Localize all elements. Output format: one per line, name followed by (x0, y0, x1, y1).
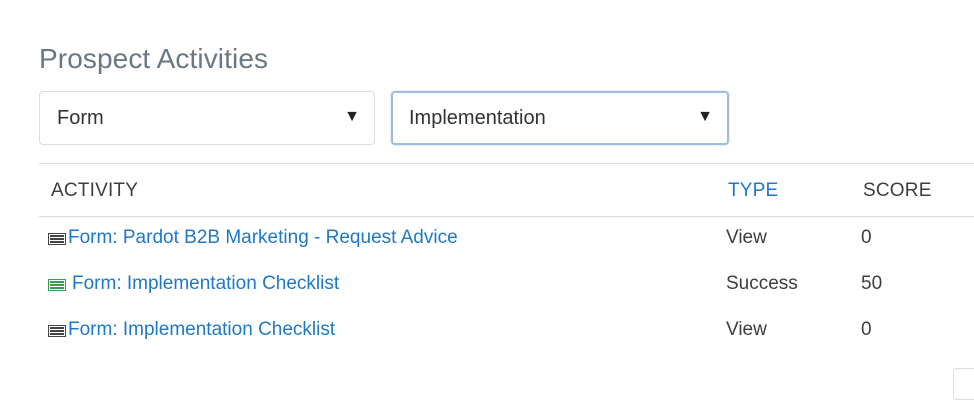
activity-link[interactable]: Form: Pardot B2B Marketing - Request Adv… (48, 227, 458, 249)
activities-table: ACTIVITY TYPE SCORE Form: Pardot B2B Mar… (39, 163, 974, 355)
table-header: ACTIVITY TYPE SCORE (39, 163, 974, 217)
column-header-type[interactable]: TYPE (728, 180, 778, 202)
partial-control[interactable] (953, 368, 974, 400)
table-row: Form: Pardot B2B Marketing - Request Adv… (39, 217, 974, 263)
dropdown-arrow-icon: ▼ (697, 108, 713, 126)
form-view-icon (48, 233, 66, 245)
activity-type-select-value: Form (57, 106, 104, 129)
activity-score: 50 (861, 273, 883, 294)
table-row: Form: Implementation Checklist View 0 (39, 309, 974, 355)
activity-score: 0 (861, 319, 872, 340)
form-view-icon (48, 325, 66, 337)
activity-type: View (726, 319, 767, 340)
activity-score: 0 (861, 227, 872, 248)
form-success-icon (48, 279, 66, 291)
page-title: Prospect Activities (39, 43, 269, 74)
column-header-score[interactable]: SCORE (863, 180, 932, 202)
column-header-activity[interactable]: ACTIVITY (51, 180, 138, 202)
activity-name-select-value: Implementation (409, 106, 546, 129)
activity-link[interactable]: Form: Implementation Checklist (48, 319, 335, 341)
activity-name-select[interactable]: Implementation ▼ (391, 91, 729, 145)
activity-link-text[interactable]: Form: Implementation Checklist (68, 319, 335, 341)
activity-link[interactable]: Form: Implementation Checklist (48, 273, 339, 295)
table-row: Form: Implementation Checklist Success 5… (39, 263, 974, 309)
dropdown-arrow-icon: ▼ (344, 108, 360, 126)
activity-link-text[interactable]: Form: Pardot B2B Marketing - Request Adv… (68, 227, 458, 249)
activity-type-select[interactable]: Form ▼ (39, 91, 375, 145)
activity-type: View (726, 227, 767, 248)
activity-type: Success (726, 273, 798, 294)
activity-link-text[interactable]: Form: Implementation Checklist (72, 273, 339, 295)
